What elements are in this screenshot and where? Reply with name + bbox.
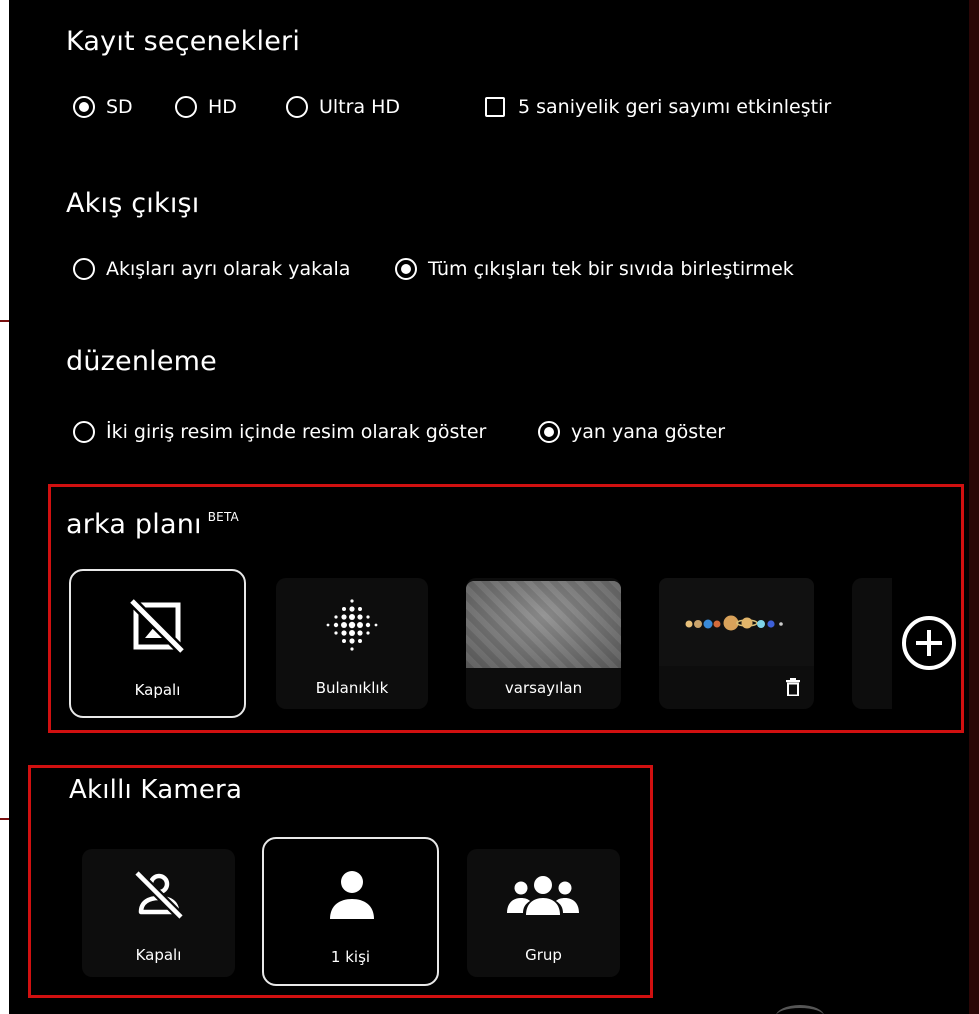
smart-camera-single-label: 1 kişi xyxy=(330,948,371,966)
layout-option-side-by-side[interactable]: yan yana göster xyxy=(538,421,725,443)
smart-camera-group-label: Grup xyxy=(525,946,562,964)
quality-option-ultra-hd[interactable]: Ultra HD xyxy=(286,96,485,118)
pip-label: İki giriş resim içinde resim olarak göst… xyxy=(106,421,487,443)
group-icon xyxy=(507,876,579,915)
edge-marker xyxy=(0,818,9,820)
background-option-off[interactable]: Kapalı xyxy=(69,569,246,718)
separate-label: Akışları ayrı olarak yakala xyxy=(106,258,351,280)
countdown-checkbox[interactable] xyxy=(485,97,505,117)
window-right-edge xyxy=(969,0,979,1014)
quality-option-hd[interactable]: HD xyxy=(175,96,286,118)
side-by-side-radio[interactable] xyxy=(538,421,560,443)
sd-label: SD xyxy=(106,96,133,118)
image-off-icon xyxy=(129,598,185,654)
blur-icon xyxy=(326,599,378,651)
background-title: arka planı BETA xyxy=(66,509,239,540)
smart-camera-option-group[interactable]: Grup xyxy=(467,849,620,977)
smart-camera-off-label: Kapalı xyxy=(135,946,182,964)
smart-camera-option-off[interactable]: Kapalı xyxy=(82,849,235,977)
quality-option-sd[interactable]: SD xyxy=(73,96,175,118)
smart-camera-option-single[interactable]: 1 kişi xyxy=(262,837,439,986)
background-blur-label: Bulanıklık xyxy=(315,679,389,697)
stream-option-merge[interactable]: Tüm çıkışları tek bir sıvıda birleştirme… xyxy=(395,258,794,280)
add-background-button[interactable] xyxy=(902,616,956,670)
smart-camera-title: Akıllı Kamera xyxy=(69,775,243,805)
partial-circle-control[interactable] xyxy=(776,1005,824,1014)
stream-option-separate[interactable]: Akışları ayrı olarak yakala xyxy=(73,258,395,280)
layout-title: düzenleme xyxy=(66,346,217,377)
layout-row: İki giriş resim içinde resim olarak göst… xyxy=(73,421,725,443)
background-option-partial[interactable] xyxy=(852,578,892,709)
hd-label: HD xyxy=(208,96,237,118)
background-off-label: Kapalı xyxy=(134,681,181,699)
edge-marker xyxy=(0,320,9,322)
recording-options-title: Kayıt seçenekleri xyxy=(66,26,301,57)
layout-option-pip[interactable]: İki giriş resim içinde resim olarak göst… xyxy=(73,421,538,443)
merge-radio[interactable] xyxy=(395,258,417,280)
beta-badge: BETA xyxy=(207,510,239,524)
separate-radio[interactable] xyxy=(73,258,95,280)
side-by-side-label: yan yana göster xyxy=(571,421,726,443)
trash-icon[interactable] xyxy=(786,678,800,696)
planets-thumbnail xyxy=(659,578,814,666)
stream-output-title: Akış çıkışı xyxy=(66,188,200,219)
ultra-hd-radio[interactable] xyxy=(286,96,308,118)
background-option-blur[interactable]: Bulanıklık xyxy=(276,578,428,709)
hd-radio[interactable] xyxy=(175,96,197,118)
background-default-label: varsayılan xyxy=(504,679,583,697)
merge-label: Tüm çıkışları tek bir sıvıda birleştirme… xyxy=(428,258,794,280)
background-option-planets[interactable] xyxy=(659,578,814,709)
ultra-hd-label: Ultra HD xyxy=(319,96,401,118)
sd-radio[interactable] xyxy=(73,96,95,118)
background-title-text: arka planı xyxy=(66,509,202,540)
person-icon xyxy=(330,871,374,919)
countdown-option[interactable]: 5 saniyelik geri sayımı etkinleştir xyxy=(485,96,831,118)
stream-output-row: Akışları ayrı olarak yakala Tüm çıkışlar… xyxy=(73,258,794,280)
pip-radio[interactable] xyxy=(73,421,95,443)
countdown-label: 5 saniyelik geri sayımı etkinleştir xyxy=(518,96,832,118)
texture-thumbnail xyxy=(466,581,621,668)
window-left-edge xyxy=(0,0,9,1014)
recording-quality-row: SD HD Ultra HD 5 saniyelik geri sayımı e… xyxy=(73,96,831,118)
background-option-default[interactable]: varsayılan xyxy=(466,578,621,709)
person-off-icon xyxy=(133,869,185,921)
